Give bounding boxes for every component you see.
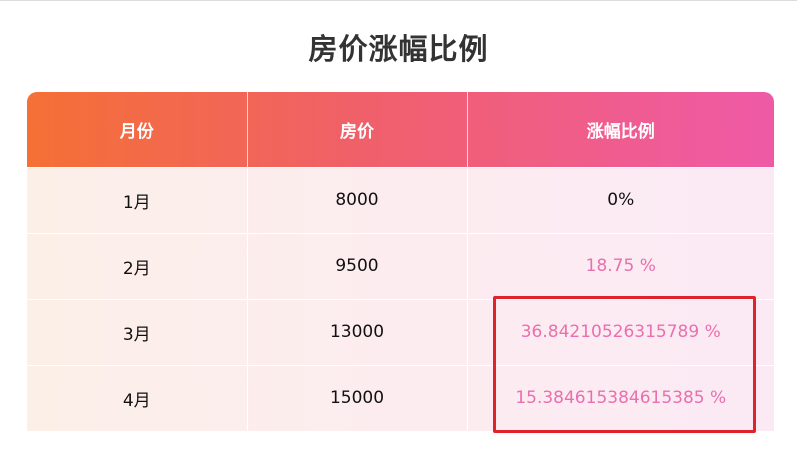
cell-change: 15.384615384615385 %: [467, 364, 774, 431]
cell-price: 13000: [247, 298, 468, 365]
cell-price: 15000: [247, 364, 468, 431]
top-divider: [0, 0, 797, 1]
cell-price: 8000: [247, 166, 468, 233]
table-body: 1月 8000 0% 2月 9500 18.75 % 3月 13000 36.8…: [27, 166, 774, 431]
table-row: 4月 15000 15.384615384615385 %: [27, 364, 774, 431]
price-table: 月份 房价 涨幅比例 1月 8000 0% 2月 9500 18.75 % 3月: [27, 92, 774, 431]
table-row: 2月 9500 18.75 %: [27, 232, 774, 299]
table-row: 3月 13000 36.84210526315789 %: [27, 298, 774, 365]
cell-month: 1月: [27, 166, 248, 233]
cell-month: 3月: [27, 298, 248, 365]
cell-change: 0%: [467, 166, 774, 233]
cell-change: 36.84210526315789 %: [467, 298, 774, 365]
table-header: 月份 房价 涨幅比例: [27, 92, 774, 167]
cell-change: 18.75 %: [467, 232, 774, 299]
cell-price: 9500: [247, 232, 468, 299]
header-row: 月份 房价 涨幅比例: [27, 92, 774, 167]
page: 房价涨幅比例 月份 房价 涨幅比例 1月 8000 0% 2月 9500 18.…: [0, 0, 797, 454]
price-table-container: 月份 房价 涨幅比例 1月 8000 0% 2月 9500 18.75 % 3月: [27, 92, 774, 432]
column-header-month: 月份: [27, 92, 248, 167]
column-header-change: 涨幅比例: [586, 121, 655, 142]
column-header-price: 房价: [247, 92, 468, 167]
cell-month: 2月: [27, 232, 248, 299]
table-row: 1月 8000 0%: [27, 166, 774, 233]
cell-month: 4月: [27, 364, 248, 431]
page-title: 房价涨幅比例: [308, 32, 489, 66]
